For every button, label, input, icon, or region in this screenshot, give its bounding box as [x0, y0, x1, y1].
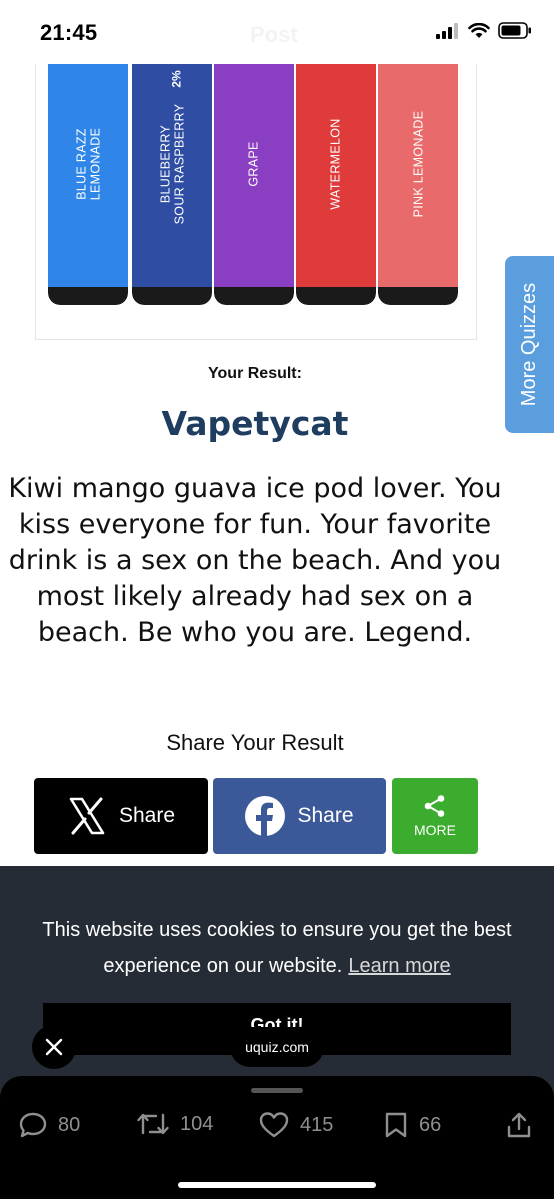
result-description: Kiwi mango guava ice pod lover. You kiss…	[8, 473, 502, 648]
close-button[interactable]	[32, 1025, 76, 1069]
share-x-button[interactable]: Share	[34, 778, 208, 854]
close-icon	[45, 1038, 63, 1056]
like-action[interactable]: 415	[258, 1111, 333, 1139]
upload-share-icon	[507, 1112, 531, 1138]
share-facebook-button[interactable]: Share	[213, 778, 386, 854]
vape-pen-watermelon: WATERMELON	[296, 40, 376, 305]
signal-icon	[436, 22, 458, 39]
reply-action[interactable]: 80	[18, 1111, 80, 1139]
reply-count: 80	[58, 1113, 81, 1136]
status-icons	[436, 22, 532, 39]
learn-more-link[interactable]: Learn more	[348, 955, 450, 977]
more-quizzes-tab[interactable]: More Quizzes	[505, 256, 554, 433]
result-label: Your Result:	[208, 365, 302, 382]
bookmark-action[interactable]: 66	[383, 1111, 441, 1139]
share-more-label: MORE	[414, 822, 456, 838]
wifi-icon	[468, 22, 490, 38]
pen-label: BLUEBERRY	[158, 124, 173, 203]
heart-icon	[259, 1112, 289, 1138]
cookie-message: This website uses cookies to ensure you …	[30, 912, 524, 984]
like-count: 415	[300, 1113, 334, 1136]
sheet-grabber[interactable]	[251, 1088, 303, 1093]
repost-action[interactable]: 104	[136, 1111, 213, 1137]
pen-strength: 2%	[169, 70, 184, 88]
facebook-logo-icon	[245, 796, 286, 836]
pen-label: BLUE RAZZ	[74, 127, 88, 200]
share-heading: Share Your Result	[166, 730, 344, 755]
post-action-bar: 80 104 415 66	[0, 1076, 554, 1199]
vape-pen-pink-lemonade: PINK LEMONADE	[378, 40, 458, 305]
share-icon	[424, 795, 445, 817]
post-title: Post	[250, 22, 298, 47]
vape-pen-blueberry: BLUEBERRY SOUR RASPBERRY 2%	[132, 40, 212, 305]
link-url-pill[interactable]: uquiz.com	[230, 1027, 324, 1067]
more-quizzes-label: More Quizzes	[518, 282, 540, 407]
pen-label: PINK LEMONADE	[411, 110, 426, 217]
quiz-result-image: BLUE RAZZ LEMONADE BLUEBERRY SOUR RASPBERR…	[35, 40, 477, 340]
battery-icon	[498, 22, 531, 39]
x-logo-icon	[69, 797, 105, 835]
pen-label: LEMONADE	[88, 127, 102, 200]
status-time: 21:45	[40, 20, 98, 45]
share-x-label: Share	[118, 804, 176, 827]
vape-pen-blue-razz: BLUE RAZZ LEMONADE	[48, 40, 128, 305]
repost-count: 104	[180, 1112, 214, 1135]
result-title: Vapetycat	[161, 404, 349, 443]
pen-label: WATERMELON	[329, 117, 344, 210]
pen-label: GRAPE	[246, 140, 261, 187]
bookmark-count: 66	[419, 1113, 442, 1136]
share-post-action[interactable]	[505, 1111, 533, 1139]
vape-pen-grape: GRAPE	[214, 40, 294, 305]
home-indicator[interactable]	[178, 1182, 376, 1188]
reply-icon	[19, 1112, 47, 1138]
repost-icon	[137, 1113, 169, 1135]
status-bar: 21:45 Post	[0, 0, 554, 64]
bookmark-icon	[385, 1112, 407, 1138]
share-facebook-label: Share	[297, 804, 354, 827]
pen-label: SOUR RASPBERRY	[172, 103, 187, 224]
share-more-button[interactable]: MORE	[392, 778, 478, 854]
